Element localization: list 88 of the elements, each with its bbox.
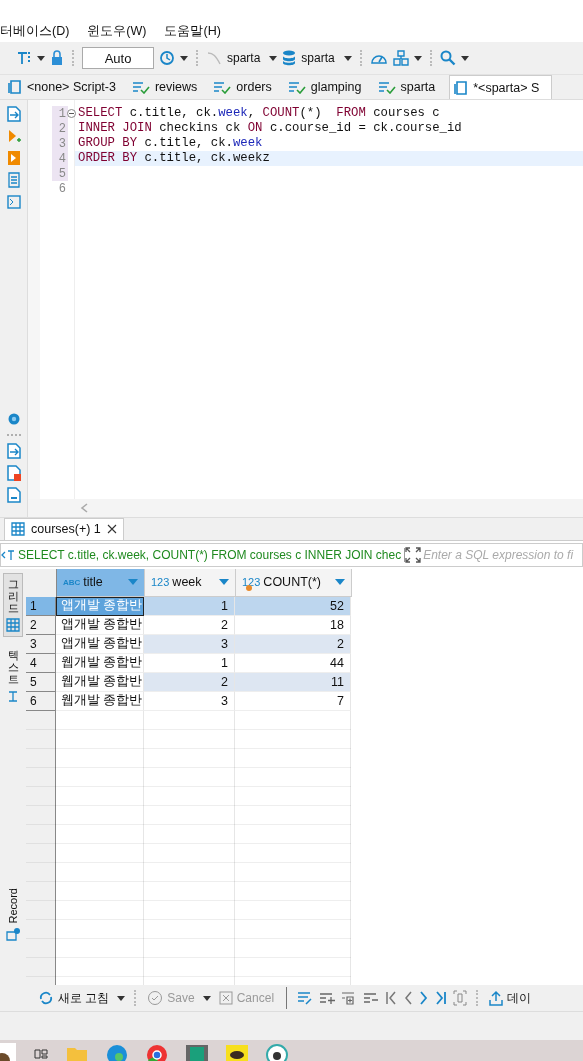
datasource-selector[interactable]: sparta: [227, 51, 261, 65]
file-error-icon[interactable]: [6, 464, 21, 481]
scroll-left-icon[interactable]: [80, 502, 88, 513]
sql-icon: [1, 548, 15, 561]
caret-icon[interactable]: [117, 995, 126, 1001]
database-selector[interactable]: sparta: [301, 51, 335, 65]
sort-caret-icon[interactable]: [219, 579, 229, 585]
view-tab[interactable]: 그리드: [3, 572, 23, 637]
text-icon: [7, 689, 19, 704]
menu-item[interactable]: 도움말(H): [164, 22, 221, 40]
expand-icon[interactable]: [405, 546, 422, 563]
first-page-icon[interactable]: [385, 990, 398, 1006]
code-line: INNER JOIN checkins ck ON c.course_id = ck.course_id: [78, 121, 462, 135]
check-circle-icon: [147, 990, 164, 1006]
terminal-icon[interactable]: [6, 194, 21, 210]
browser-icon[interactable]: [146, 1043, 168, 1061]
editor-tab[interactable]: reviews: [129, 75, 210, 99]
add-row-icon[interactable]: [319, 990, 336, 1006]
close-icon[interactable]: [106, 524, 117, 534]
refresh-button[interactable]: 새로 고침: [36, 989, 112, 1007]
next-icon[interactable]: [419, 990, 430, 1006]
export-button[interactable]: 데이: [487, 989, 534, 1007]
script-run-icon[interactable]: [6, 150, 21, 166]
caret-icon[interactable]: [460, 55, 469, 61]
task-view-icon[interactable]: [34, 1047, 48, 1061]
collapse-icon[interactable]: [67, 109, 76, 118]
history-icon[interactable]: [159, 50, 175, 66]
delete-row-icon[interactable]: [363, 990, 380, 1006]
view-tab[interactable]: 텍스트: [5, 644, 21, 708]
caret-icon[interactable]: [413, 55, 422, 61]
script-icon[interactable]: [454, 79, 469, 96]
line-number: 4: [58, 151, 66, 166]
caret-icon[interactable]: [37, 55, 45, 61]
line-number: 2: [58, 121, 66, 136]
results-tab[interactable]: courses(+) 1: [4, 517, 124, 540]
code-line: GROUP BY c.title, ck.week: [78, 136, 263, 150]
run-icon[interactable]: [6, 128, 21, 144]
editor-tab[interactable]: <none> Script-3: [6, 75, 128, 99]
list-check-icon[interactable]: [287, 80, 306, 94]
caret-icon[interactable]: [343, 55, 352, 61]
column-header[interactable]: ABC title: [57, 568, 145, 597]
edit-row-icon[interactable]: [297, 990, 314, 1006]
editor-tab[interactable]: glamping: [285, 75, 374, 99]
line-number: 6: [58, 181, 66, 196]
variable-file-icon[interactable]: [6, 486, 21, 503]
previous-icon[interactable]: [403, 990, 414, 1006]
chat-app-icon[interactable]: [226, 1043, 248, 1061]
line-number: 5: [58, 166, 66, 181]
list-check-icon[interactable]: [213, 80, 232, 94]
export-file-icon[interactable]: [6, 106, 21, 122]
caret-icon[interactable]: [180, 55, 188, 61]
browser-icon[interactable]: [106, 1043, 128, 1061]
menu-item[interactable]: 터베이스(D): [0, 22, 70, 40]
app-icon[interactable]: [0, 1043, 16, 1061]
last-page-icon[interactable]: [435, 990, 448, 1006]
lock-icon[interactable]: [50, 50, 64, 66]
export-file-icon[interactable]: [6, 442, 21, 459]
document-icon[interactable]: [6, 172, 21, 188]
view-tab[interactable]: Record: [4, 883, 22, 945]
sort-caret-icon[interactable]: [128, 579, 138, 585]
cancel-icon: [218, 991, 233, 1005]
list-check-icon[interactable]: [377, 80, 396, 94]
code-line: SELECT c.title, ck.week, COUNT(*) FROM courses c: [78, 106, 440, 120]
editor-tab[interactable]: *<sparta> S: [449, 75, 553, 99]
code-line: ORDER BY c.title, ck.weekz: [78, 151, 270, 165]
grid-icon: [6, 617, 20, 632]
list-check-icon[interactable]: [131, 80, 150, 94]
line-number: 1: [58, 106, 66, 121]
grid-icon: [11, 522, 25, 536]
script-icon[interactable]: [8, 79, 22, 95]
dots-icon: [5, 432, 22, 437]
upload-icon: [489, 990, 504, 1006]
menu-item[interactable]: 윈도우(W): [87, 22, 147, 40]
mode-field[interactable]: Auto: [82, 47, 154, 69]
refresh-icon: [38, 990, 54, 1006]
fetch-icon[interactable]: [453, 990, 468, 1006]
format-icon[interactable]: [16, 50, 32, 66]
sort-caret-icon[interactable]: [335, 579, 345, 585]
column-header[interactable]: 123 week: [145, 568, 236, 597]
column-header[interactable]: 123 COUNT(*): [236, 568, 352, 597]
line-number: 3: [58, 136, 66, 151]
caret-icon[interactable]: [202, 995, 211, 1001]
caret-icon[interactable]: [269, 55, 278, 61]
editor-tab[interactable]: sparta: [375, 75, 448, 99]
record-icon: [6, 927, 20, 941]
app-icon[interactable]: [266, 1043, 288, 1061]
query-text: SELECT c.title, ck.week, COUNT(*) FROM courses c INNER JOIN chec: [15, 547, 406, 562]
editor-tab[interactable]: orders: [211, 75, 284, 99]
